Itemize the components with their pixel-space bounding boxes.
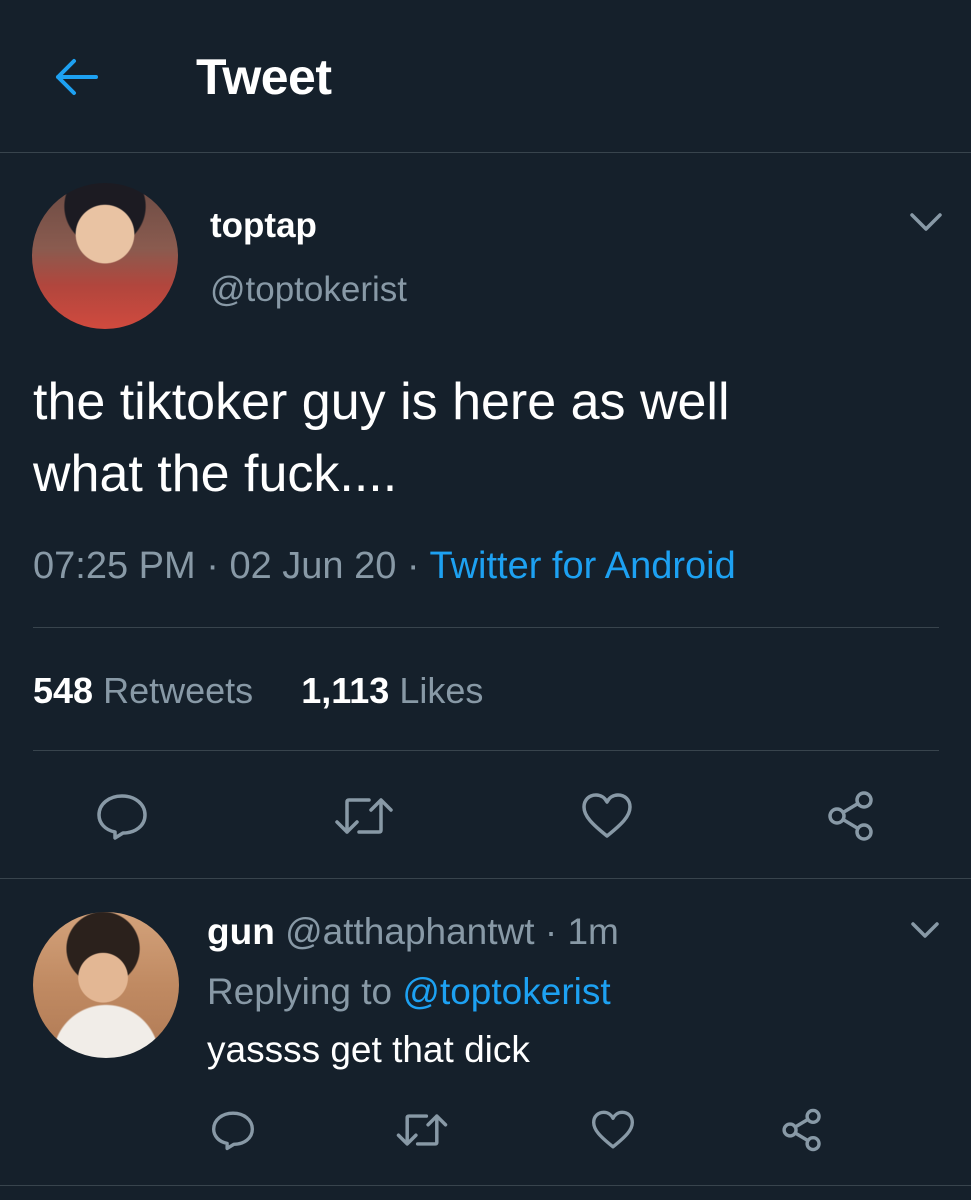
tweet-text-line-1: the tiktoker guy is here as well bbox=[33, 373, 730, 431]
retweet-icon bbox=[335, 798, 393, 834]
replying-to-mention[interactable]: @toptokerist bbox=[402, 971, 610, 1012]
reply-header: gun @atthaphantwt · 1m bbox=[207, 911, 619, 953]
tweet-date: 02 Jun 20 bbox=[229, 545, 397, 587]
share-icon bbox=[828, 791, 873, 841]
reply-button[interactable] bbox=[92, 788, 152, 844]
author-name[interactable]: toptap bbox=[210, 206, 317, 246]
retweet-button[interactable] bbox=[332, 790, 396, 842]
top-bar: Tweet bbox=[0, 0, 971, 152]
reply-reply-button[interactable] bbox=[208, 1106, 258, 1154]
retweet-icon bbox=[396, 1114, 448, 1146]
tweet-stats: 548 Retweets 1,113 Likes bbox=[33, 670, 483, 712]
reply-retweet-button[interactable] bbox=[394, 1108, 450, 1152]
tweet-bottom-divider bbox=[0, 878, 971, 879]
reply-icon bbox=[97, 794, 147, 840]
author-avatar[interactable] bbox=[32, 183, 178, 329]
reply-text: yassss get that dick bbox=[207, 1029, 530, 1070]
back-arrow-icon bbox=[56, 59, 98, 95]
likes-count: 1,113 bbox=[301, 670, 390, 711]
reply-icon bbox=[212, 1111, 254, 1151]
reply-author-handle[interactable]: @atthaphantwt bbox=[285, 911, 534, 952]
retweets-stat[interactable]: 548 Retweets bbox=[33, 670, 253, 711]
tweet-meta: 07:25 PM · 02 Jun 20 · Twitter for Andro… bbox=[33, 545, 736, 588]
likes-stat[interactable]: 1,113 Likes bbox=[301, 670, 483, 711]
page-title: Tweet bbox=[196, 49, 332, 105]
reply-chevron-down-icon[interactable] bbox=[909, 919, 941, 941]
retweets-label: Retweets bbox=[103, 670, 254, 711]
reply-separator: · bbox=[544, 911, 558, 952]
reply-author-avatar[interactable] bbox=[33, 912, 179, 1058]
share-button[interactable] bbox=[822, 788, 880, 844]
share-icon bbox=[782, 1108, 821, 1152]
stats-divider bbox=[33, 750, 939, 751]
reply-share-button[interactable] bbox=[776, 1106, 828, 1154]
reply-bottom-divider bbox=[0, 1185, 971, 1186]
replying-to-label: Replying to bbox=[207, 971, 393, 1012]
meta-separator: · bbox=[406, 545, 430, 587]
author-handle[interactable]: @toptokerist bbox=[210, 270, 407, 310]
like-button[interactable] bbox=[578, 790, 636, 842]
chevron-down-icon[interactable] bbox=[908, 210, 944, 234]
tweet-text-line-2: what the fuck.... bbox=[33, 445, 398, 503]
reply-age: 1m bbox=[567, 911, 619, 952]
likes-label: Likes bbox=[399, 670, 484, 711]
meta-divider bbox=[33, 627, 939, 628]
retweets-count: 548 bbox=[33, 670, 94, 711]
header-divider bbox=[0, 152, 971, 153]
reply-author-name[interactable]: gun bbox=[207, 911, 275, 952]
meta-separator: · bbox=[206, 545, 230, 587]
replying-to-line: Replying to @toptokerist bbox=[207, 971, 611, 1013]
tweet-time: 07:25 PM bbox=[33, 545, 196, 587]
back-button[interactable] bbox=[50, 52, 100, 102]
tweet-source-link[interactable]: Twitter for Android bbox=[429, 545, 735, 587]
reply-like-button[interactable] bbox=[588, 1108, 638, 1152]
like-icon bbox=[592, 1110, 634, 1149]
like-icon bbox=[582, 793, 632, 838]
